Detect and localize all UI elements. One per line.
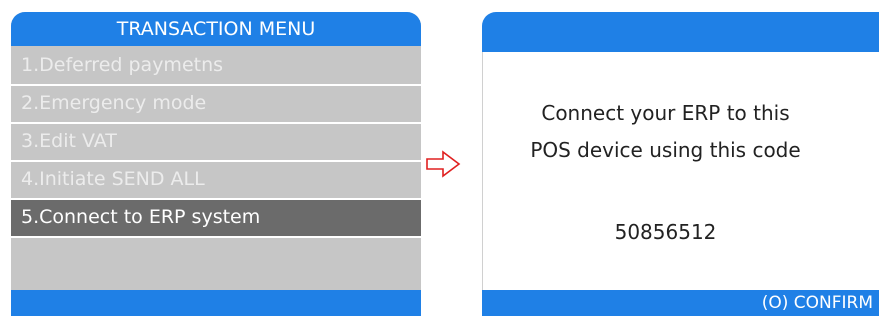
menu-list: 1.Deferred paymetns 2.Emergency mode 3.E… [11,48,421,277]
confirm-header-bar [482,12,879,52]
message-line-2: POS device using this code [530,138,801,162]
menu-item-connect-erp[interactable]: 5.Connect to ERP system [11,198,421,236]
confirm-body: Connect your ERP to this POS device usin… [482,52,879,290]
menu-item-deferred-payments[interactable]: 1.Deferred paymetns [11,48,421,84]
menu-item-emergency-mode[interactable]: 2.Emergency mode [11,84,421,122]
erp-code-screen: Connect your ERP to this POS device usin… [482,12,879,316]
erp-connection-code: 50856512 [614,220,717,244]
connect-message: Connect your ERP to this POS device usin… [483,95,848,169]
message-line-1: Connect your ERP to this [541,101,790,125]
menu-item-edit-vat[interactable]: 3.Edit VAT [11,122,421,160]
menu-item-empty [11,236,421,277]
transaction-menu-screen: TRANSACTION MENU 1.Deferred paymetns 2.E… [11,12,421,316]
menu-item-initiate-send-all[interactable]: 4.Initiate SEND ALL [11,160,421,198]
menu-title: TRANSACTION MENU [11,12,421,46]
menu-footer-bar [11,290,421,316]
arrow-right-icon [426,150,461,178]
confirm-button[interactable]: (O) CONFIRM [482,290,879,316]
